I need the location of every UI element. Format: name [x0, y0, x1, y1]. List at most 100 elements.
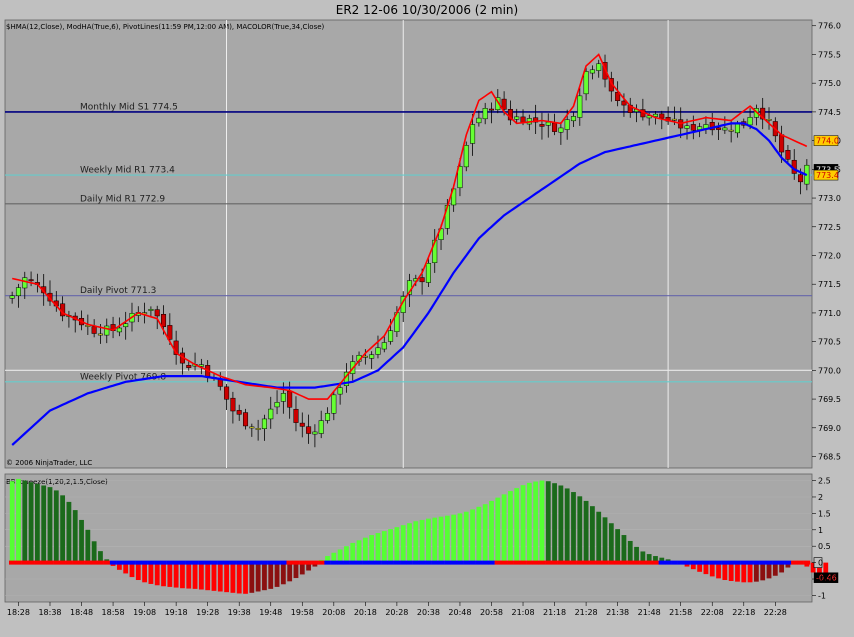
candle-body	[22, 277, 28, 289]
candle-body	[785, 149, 791, 160]
histogram-bar	[413, 521, 419, 563]
candle-body	[570, 116, 577, 122]
histogram-bar	[268, 562, 274, 589]
candle-body	[419, 277, 425, 283]
candle-body	[91, 326, 97, 334]
price-badge-label: 773.4	[816, 171, 839, 180]
candle-body	[318, 420, 324, 434]
squeeze-dot	[261, 560, 268, 565]
squeeze-dot	[765, 560, 773, 565]
candle-body	[274, 402, 280, 408]
histogram-bar	[419, 519, 425, 563]
squeeze-dot	[418, 560, 426, 565]
osc-tick-label: 0	[818, 559, 823, 568]
histogram-bar	[476, 506, 482, 563]
histogram-bar	[192, 562, 198, 589]
squeeze-dot	[217, 560, 224, 565]
squeeze-dot	[595, 560, 603, 565]
histogram-bar	[293, 562, 299, 579]
histogram-bar	[539, 480, 545, 563]
squeeze-dot	[488, 560, 495, 565]
candle-body	[287, 390, 293, 408]
histogram-bar	[558, 485, 564, 563]
squeeze-dot	[318, 560, 325, 565]
squeeze-dot	[198, 560, 205, 565]
squeeze-dot	[381, 560, 388, 565]
squeeze-dot	[664, 560, 672, 565]
price-panel[interactable]	[4, 19, 813, 469]
histogram-bar	[198, 562, 204, 590]
histogram-bar	[545, 481, 551, 563]
candle-body	[306, 426, 312, 434]
histogram-bar	[571, 492, 576, 563]
osc-tick-label: 1.5	[818, 509, 831, 518]
histogram-bar	[451, 514, 457, 563]
histogram-bar	[369, 535, 375, 563]
histogram-bar	[508, 491, 513, 563]
candle-body	[779, 134, 785, 153]
histogram-bar	[142, 562, 147, 583]
candle-body	[520, 116, 526, 123]
price-tick-label: 771.0	[818, 309, 841, 318]
price-tick-label: 775.0	[818, 79, 841, 88]
squeeze-dot	[21, 560, 29, 565]
squeeze-dot	[500, 560, 508, 565]
squeeze-dot	[9, 560, 16, 565]
histogram-bar	[236, 562, 242, 594]
candle-body	[501, 98, 507, 110]
histogram-bar	[634, 546, 639, 563]
squeeze-dot	[254, 560, 262, 565]
squeeze-dot	[349, 560, 357, 565]
histogram-bar	[735, 562, 740, 582]
squeeze-dot	[336, 560, 344, 565]
squeeze-dot	[652, 560, 659, 565]
histogram-bar	[161, 562, 166, 587]
time-tick-label: 19:38	[228, 608, 251, 617]
histogram-bar	[533, 481, 539, 563]
candle-body	[375, 347, 381, 355]
squeeze-dot	[620, 560, 628, 565]
price-indicator-label: $HMA(12,Close), ModHA(True,6), PivotLine…	[6, 23, 325, 31]
squeeze-dot	[179, 560, 186, 565]
histogram-bar	[356, 540, 362, 563]
histogram-bar	[564, 488, 570, 563]
histogram-bar	[716, 562, 721, 579]
histogram-bar	[135, 562, 141, 581]
squeeze-dot	[324, 560, 331, 565]
squeeze-dot	[526, 560, 533, 565]
squeeze-dot	[803, 560, 811, 565]
histogram-bar	[526, 482, 532, 563]
histogram-bar	[457, 513, 463, 563]
candle-body	[148, 309, 154, 311]
squeeze-dot	[362, 560, 369, 565]
squeeze-dot	[702, 560, 710, 565]
candle-body	[381, 342, 387, 350]
squeeze-dot	[97, 560, 104, 565]
squeeze-dot	[639, 560, 647, 565]
histogram-bar	[224, 562, 229, 593]
squeeze-dot	[374, 560, 382, 565]
candle-body	[154, 309, 160, 317]
squeeze-dot	[425, 560, 432, 565]
candle-body	[116, 327, 122, 333]
squeeze-dot	[65, 560, 73, 565]
pivot-label: Weekly Mid R1 773.4	[80, 166, 175, 176]
squeeze-dot	[368, 560, 376, 565]
histogram-bar	[766, 562, 772, 579]
copyright-text: © 2006 NinjaTrader, LLC	[6, 459, 92, 467]
squeeze-dot	[683, 560, 691, 565]
candle-body	[236, 410, 242, 415]
squeeze-dot	[608, 560, 615, 565]
squeeze-dot	[267, 560, 275, 565]
candle-body	[230, 397, 236, 412]
histogram-bar	[16, 478, 21, 563]
histogram-bar	[747, 562, 753, 583]
candle-body	[747, 117, 753, 126]
squeeze-dot	[280, 560, 287, 565]
candle-body	[463, 145, 469, 168]
candle-body	[684, 125, 690, 129]
histogram-bar	[375, 533, 381, 563]
candle-body	[242, 412, 249, 427]
time-tick-label: 21:58	[669, 608, 692, 617]
chart-window: ER2 12-06 10/30/2006 (2 min) $HMA(12,Clo…	[0, 0, 854, 633]
